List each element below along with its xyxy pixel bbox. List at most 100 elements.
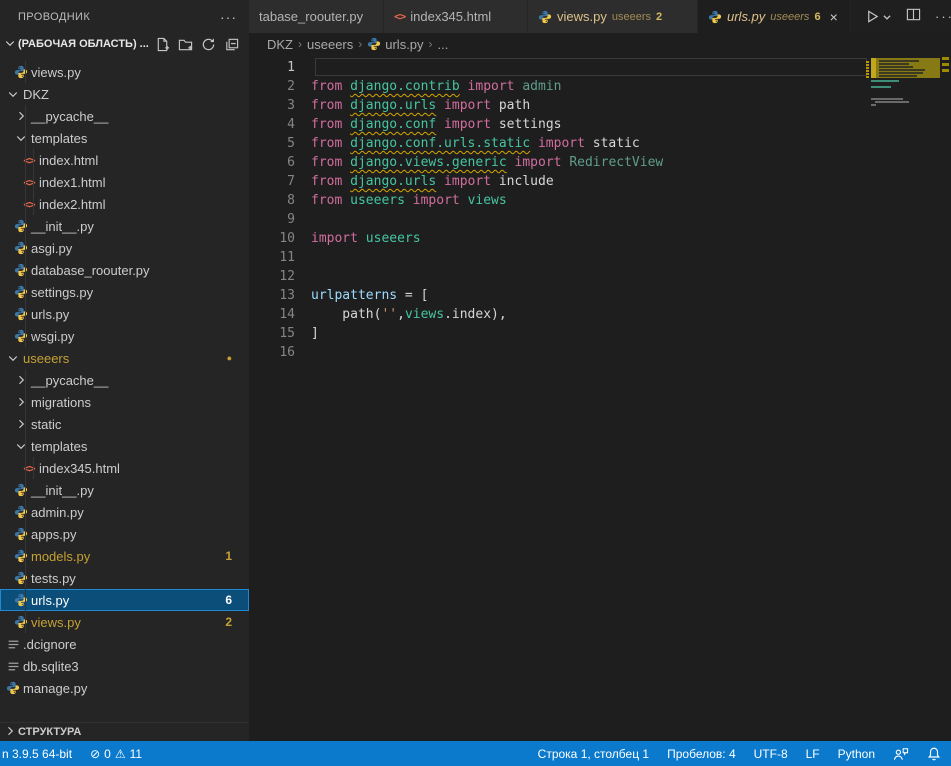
tree-item--pycache-[interactable]: __pycache__ (0, 369, 249, 391)
breadcrumb-item[interactable]: DKZ (267, 37, 293, 52)
tab-description: useeers (770, 11, 809, 23)
code-editor[interactable]: 12from django.contrib import admin3from … (249, 55, 951, 741)
tab-urls-py[interactable]: urls.pyuseeers6× (698, 0, 851, 33)
line-number: 9 (249, 210, 311, 229)
line-number: 7 (249, 172, 311, 191)
status-item[interactable]: UTF-8 (754, 747, 788, 761)
tree-item-admin-py[interactable]: admin.py (0, 501, 249, 523)
indent-guide (25, 237, 26, 259)
tree-item-apps-py[interactable]: apps.py (0, 523, 249, 545)
status-item[interactable]: Пробелов: 4 (667, 747, 736, 761)
tree-item-label: index345.html (39, 461, 120, 476)
current-line-highlight (315, 58, 867, 76)
line-number: 14 (249, 305, 311, 324)
tree-item-asgi-py[interactable]: asgi.py (0, 237, 249, 259)
collapse-all-icon[interactable] (224, 37, 239, 52)
indent-guide (25, 435, 26, 457)
tree-item-views-py[interactable]: views.py (0, 61, 249, 83)
code-line-1[interactable]: 1 (249, 58, 951, 77)
close-icon[interactable]: × (830, 9, 838, 25)
tree-item-static[interactable]: static (0, 413, 249, 435)
tab-index345-html[interactable]: <>index345.html (384, 0, 528, 33)
breadcrumb-item[interactable]: urls.py (367, 37, 423, 52)
code-line-6[interactable]: 6from django.views.generic import Redire… (249, 153, 951, 172)
code-line-2[interactable]: 2from django.contrib import admin (249, 77, 951, 96)
more-actions-icon[interactable]: ··· (935, 9, 951, 24)
code-line-11[interactable]: 11 (249, 248, 951, 267)
breadcrumb-item[interactable]: ... (438, 37, 449, 52)
status-item[interactable]: Python (838, 747, 875, 761)
tree-item-label: index.html (39, 153, 98, 168)
indent-guide (25, 611, 26, 633)
code-line-16[interactable]: 16 (249, 343, 951, 362)
code-line-10[interactable]: 10import useeers (249, 229, 951, 248)
tree-item--init-py[interactable]: __init__.py (0, 479, 249, 501)
tree-item--init-py[interactable]: __init__.py (0, 215, 249, 237)
tab-tabase-roouter-py[interactable]: tabase_roouter.py (249, 0, 384, 33)
explorer-more-icon[interactable]: ··· (220, 9, 237, 25)
tree-item-dkz[interactable]: DKZ (0, 83, 249, 105)
problems-status[interactable]: ⊘ 0 ⚠ 11 (90, 747, 142, 761)
outline-section-header[interactable]: СТРУКТУРА (0, 722, 249, 741)
code-line-9[interactable]: 9 (249, 210, 951, 229)
tree-item-useeers[interactable]: useeers● (0, 347, 249, 369)
notifications-bell-button[interactable] (927, 746, 941, 761)
tree-item-database-roouter-py[interactable]: database_roouter.py (0, 259, 249, 281)
tree-item-views-py[interactable]: views.py2 (0, 611, 249, 633)
code-line-13[interactable]: 13urlpatterns = [ (249, 286, 951, 305)
code-line-4[interactable]: 4from django.conf import settings (249, 115, 951, 134)
tree-item-models-py[interactable]: models.py1 (0, 545, 249, 567)
tree-item-templates[interactable]: templates (0, 435, 249, 457)
refresh-icon[interactable] (201, 37, 216, 52)
run-python-file-button[interactable] (865, 9, 892, 24)
tree-item-index-html[interactable]: <>index.html (0, 149, 249, 171)
status-item[interactable]: LF (806, 747, 820, 761)
tree-item-urls-py[interactable]: urls.py (0, 303, 249, 325)
indent-guide (25, 413, 26, 435)
tree-item-label: views.py (31, 615, 81, 630)
tree-item-manage-py[interactable]: manage.py (0, 677, 249, 699)
code-line-7[interactable]: 7from django.urls import include (249, 172, 951, 191)
tree-item-templates[interactable]: templates (0, 127, 249, 149)
python-interpreter-status[interactable]: n 3.9.5 64-bit (2, 747, 72, 761)
tree-item-label: settings.py (31, 285, 93, 300)
status-item[interactable]: Строка 1, столбец 1 (538, 747, 649, 761)
bell-icon (927, 746, 941, 761)
tree-item-urls-py[interactable]: urls.py6 (0, 589, 249, 611)
tree-item-index2-html[interactable]: <>index2.html (0, 193, 249, 215)
code-line-8[interactable]: 8from useeers import views (249, 191, 951, 210)
breadcrumb-item[interactable]: useeers (307, 37, 353, 52)
tab-views-py[interactable]: views.pyuseeers2 (528, 0, 698, 33)
code-line-15[interactable]: 15] (249, 324, 951, 343)
python-icon (708, 10, 722, 24)
overview-ruler[interactable] (940, 55, 951, 741)
line-number: 13 (249, 286, 311, 305)
tree-item-migrations[interactable]: migrations (0, 391, 249, 413)
tree-item--dcignore[interactable]: .dcignore (0, 633, 249, 655)
code-line-5[interactable]: 5from django.conf.urls.static import sta… (249, 134, 951, 153)
line-number: 6 (249, 153, 311, 172)
new-folder-icon[interactable] (178, 37, 193, 52)
code-line-14[interactable]: 14 path('',views.index), (249, 305, 951, 324)
tree-item-settings-py[interactable]: settings.py (0, 281, 249, 303)
tree-item-index1-html[interactable]: <>index1.html (0, 171, 249, 193)
tree-item-label: templates (31, 131, 87, 146)
tree-item-tests-py[interactable]: tests.py (0, 567, 249, 589)
indent-guide (25, 193, 26, 215)
feedback-button[interactable] (893, 747, 909, 761)
line-number: 15 (249, 324, 311, 343)
tree-item-index345-html[interactable]: <>index345.html (0, 457, 249, 479)
code-line-3[interactable]: 3from django.urls import path (249, 96, 951, 115)
minimap[interactable] (871, 58, 940, 178)
code-line-12[interactable]: 12 (249, 267, 951, 286)
workspace-section-header[interactable]: (РАБОЧАЯ ОБЛАСТЬ) ... (0, 33, 249, 55)
split-editor-icon[interactable] (906, 7, 921, 27)
new-file-icon[interactable] (155, 37, 170, 52)
tree-item-wsgi-py[interactable]: wsgi.py (0, 325, 249, 347)
indent-guide (25, 545, 26, 567)
warning-count: 11 (130, 747, 142, 761)
tree-item-label: db.sqlite3 (23, 659, 79, 674)
python-icon (6, 681, 20, 695)
tree-item--pycache-[interactable]: __pycache__ (0, 105, 249, 127)
tree-item-db-sqlite3[interactable]: db.sqlite3 (0, 655, 249, 677)
